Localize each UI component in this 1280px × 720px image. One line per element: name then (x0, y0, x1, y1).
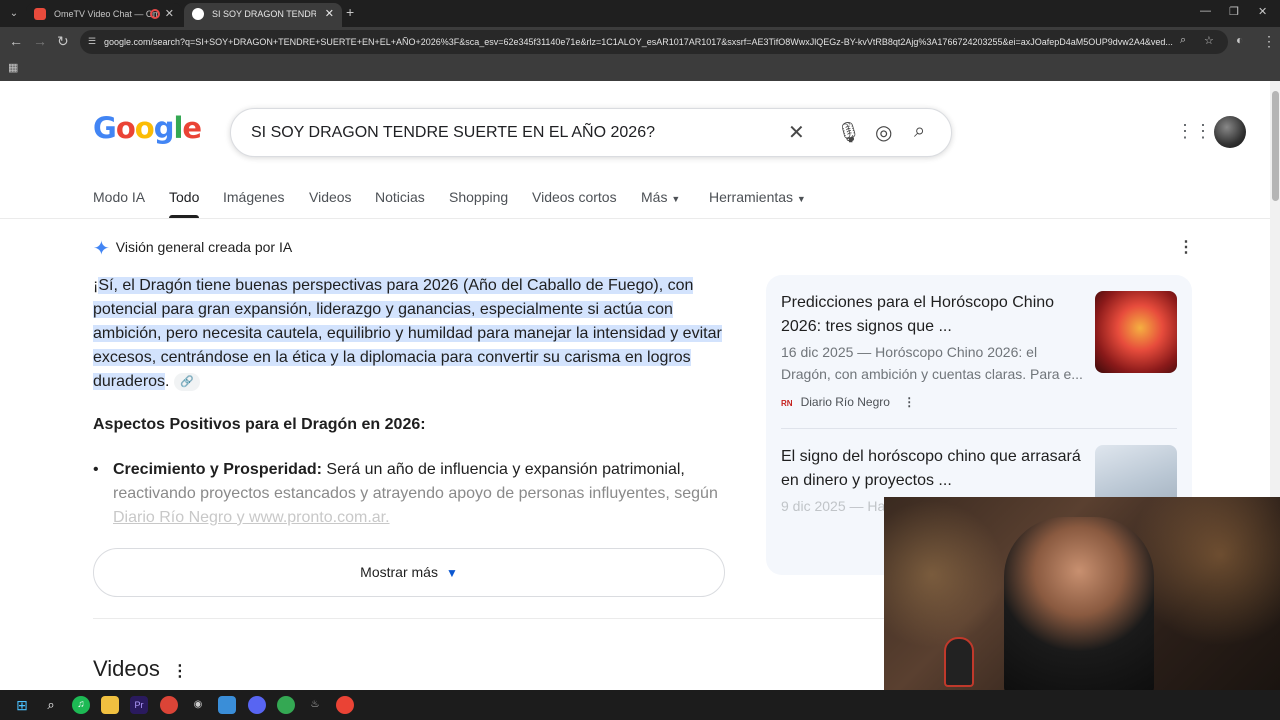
google-logo[interactable]: Google (93, 111, 202, 145)
scrollbar-thumb[interactable] (1272, 91, 1279, 201)
microphone-image (944, 637, 974, 687)
tab-videos-cortos[interactable]: Videos cortos (532, 189, 617, 205)
extensions-icon[interactable]: ◐ (1236, 33, 1243, 47)
close-window-icon[interactable]: ✕ (1258, 5, 1267, 18)
list-item: Crecimiento y Prosperidad: Será un año d… (93, 458, 733, 530)
avatar[interactable] (1214, 116, 1246, 148)
card-more-icon[interactable]: ⋮ (903, 395, 915, 409)
tab-todo[interactable]: Todo (169, 189, 200, 218)
steam-icon[interactable]: ♨ (306, 696, 324, 714)
nav-divider (0, 218, 1270, 219)
lens-search-icon[interactable]: ◎ (875, 120, 892, 145)
premiere-icon[interactable]: Pr (130, 696, 148, 714)
tab-mas-label: Más (641, 189, 668, 205)
chrome-profile-icon[interactable] (277, 696, 295, 714)
tab-google-search[interactable]: SI SOY DRAGON TENDRE SUER ✕ (184, 3, 342, 27)
close-tab-icon[interactable]: ✕ (165, 3, 174, 25)
back-icon[interactable]: ← (9, 33, 23, 49)
browser-toolbar: ← → ↻ ☰ google.com/search?q=SI+SOY+DRAGO… (0, 27, 1280, 57)
reload-icon[interactable]: ↻ (57, 33, 69, 50)
bullet-faded-text: reactivando proyectos estancados y atray… (113, 485, 718, 502)
minimize-icon[interactable]: — (1200, 5, 1211, 17)
bullet-text: Será un año de influencia y expansión pa… (321, 461, 685, 478)
forward-icon[interactable]: → (33, 33, 47, 49)
paragraph-end: . (165, 373, 170, 390)
ai-overview-paragraph: ¡Sí, el Dragón tiene buenas perspectivas… (93, 274, 733, 394)
tab-search-icon[interactable]: ⌄ (6, 6, 22, 22)
tab-modo-ia[interactable]: Modo IA (93, 189, 145, 205)
dropdown-caret-icon: ▼ (671, 194, 681, 204)
new-tab-plus-icon[interactable]: + (346, 4, 354, 20)
search-input[interactable]: SI SOY DRAGON TENDRE SUERTE EN EL AÑO 20… (251, 124, 655, 142)
show-more-label: Mostrar más (360, 564, 438, 580)
recording-icon (150, 9, 160, 19)
tab-imagenes[interactable]: Imágenes (223, 189, 284, 205)
source-card-title[interactable]: Predicciones para el Horóscopo Chino 202… (781, 291, 1086, 339)
bullet-source-links[interactable]: Diario Río Negro y www.pronto.com.ar. (113, 509, 390, 526)
clear-search-icon[interactable]: ✕ (788, 120, 805, 145)
webcam-overlay (884, 497, 1280, 690)
source-link-icon[interactable]: 🔗 (173, 373, 200, 391)
obs-icon[interactable]: ◉ (189, 696, 207, 714)
videos-title: Videos (93, 656, 160, 681)
voice-search-icon[interactable]: 🎙 (836, 120, 861, 145)
browser-menu-icon[interactable]: ⋮ (1262, 33, 1276, 50)
source-card-snippet: 16 dic 2025 — Horóscopo Chino 2026: el D… (781, 344, 1083, 382)
photos-icon[interactable] (218, 696, 236, 714)
tab-shopping[interactable]: Shopping (449, 189, 508, 205)
spotify-icon[interactable]: ♫ (72, 696, 90, 714)
positive-aspects-heading: Aspectos Positivos para el Dragón en 202… (93, 416, 426, 433)
publisher-name: Diario Río Negro (800, 395, 890, 409)
dropdown-caret-icon: ▼ (796, 194, 806, 204)
apps-grid-icon[interactable]: ▦ (8, 61, 18, 74)
zoom-icon[interactable]: ⌕ (1180, 34, 1186, 47)
tab-noticias[interactable]: Noticias (375, 189, 425, 205)
restore-icon[interactable]: ❐ (1229, 5, 1239, 18)
videos-section-header: Videos ⋮ (93, 656, 188, 682)
search-icon[interactable]: ⌕ (42, 696, 60, 714)
google-favicon-icon (192, 8, 204, 20)
ai-sparkle-icon: ✦ (93, 238, 110, 260)
ometv-favicon-icon (34, 8, 46, 20)
tab-mas[interactable]: Más ▼ (641, 189, 680, 205)
url-text[interactable]: google.com/search?q=SI+SOY+DRAGON+TENDRE… (104, 30, 1174, 54)
ai-overview-more-icon[interactable]: ⋮ (1178, 237, 1194, 257)
discord-icon[interactable] (248, 696, 266, 714)
chrome-icon[interactable] (160, 696, 178, 714)
tab-title: OmeTV Video Chat — Ome (54, 9, 158, 19)
windows-start-icon[interactable]: ⊞ (13, 696, 31, 714)
source-card[interactable]: Predicciones para el Horóscopo Chino 202… (781, 291, 1181, 421)
source-card-publisher: RN Diario Río Negro ⋮ (781, 395, 915, 409)
source-card-title[interactable]: El signo del horóscopo chino que arrasar… (781, 445, 1086, 493)
section-divider (93, 618, 893, 619)
diario-rio-negro-icon: RN (781, 399, 793, 408)
bookmarks-bar: ▦ (0, 57, 1280, 81)
ai-overview-header: ✦ Visión general creada por IA (93, 236, 292, 261)
file-explorer-icon[interactable] (101, 696, 119, 714)
bookmark-star-icon[interactable]: ☆ (1204, 34, 1214, 47)
search-box[interactable]: SI SOY DRAGON TENDRE SUERTE EN EL AÑO 20… (230, 108, 952, 157)
horse-fire-thumbnail[interactable] (1095, 291, 1177, 373)
show-more-button[interactable]: Mostrar más ▼ (93, 548, 725, 597)
bullet-title: Crecimiento y Prosperidad: (113, 461, 322, 478)
ai-overview-title: Visión general creada por IA (115, 239, 293, 255)
tab-title: SI SOY DRAGON TENDRE SUER (212, 9, 316, 19)
tab-ometv[interactable]: OmeTV Video Chat — Ome ✕ (26, 3, 182, 27)
chevron-down-icon: ▼ (445, 566, 458, 580)
search-icon[interactable]: ⌕ (914, 120, 925, 143)
card-divider (781, 428, 1177, 429)
chrome-active-icon[interactable] (336, 696, 354, 714)
site-info-icon[interactable]: ☰ (88, 36, 98, 46)
close-tab-icon[interactable]: ✕ (325, 3, 334, 25)
tab-videos[interactable]: Videos (309, 189, 352, 205)
browser-tab-strip: ⌄ OmeTV Video Chat — Ome ✕ SI SOY DRAGON… (0, 0, 1280, 27)
videos-more-icon[interactable]: ⋮ (172, 663, 188, 680)
streamer-video (1004, 517, 1154, 690)
tab-herramientas[interactable]: Herramientas ▼ (709, 189, 806, 205)
address-bar[interactable]: ☰ google.com/search?q=SI+SOY+DRAGON+TEND… (80, 30, 1228, 54)
tab-herramientas-label: Herramientas (709, 189, 794, 205)
windows-taskbar: ⊞ ⌕ ♫ Pr ◉ ♨ (0, 690, 1280, 720)
